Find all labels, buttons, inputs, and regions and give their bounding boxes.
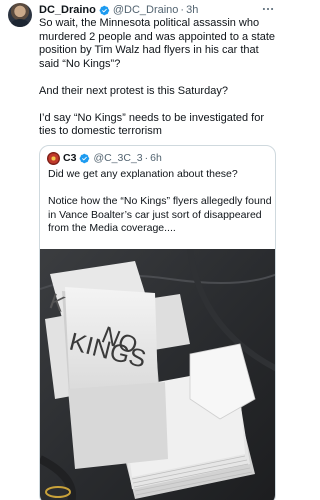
quoted-author-avatar <box>47 152 60 165</box>
quoted-author-handle: @C_3C_3 <box>93 152 143 164</box>
separator-dot: · <box>180 4 185 16</box>
quoted-author-name: C3 <box>63 152 77 164</box>
quoted-paragraph: Did we get any explanation about these? <box>48 168 238 180</box>
quoted-tweet[interactable]: C3 @C_3C_3 · 6h Did we get any explanati… <box>39 145 276 500</box>
tweet-header: DC_Draino @DC_Draino · 3h <box>39 3 198 17</box>
quoted-tweet-header: C3 @C_3C_3 · 6h <box>47 152 162 165</box>
tweet-text: So wait, the Minnesota political assassi… <box>39 17 277 139</box>
separator-dot: · <box>144 152 149 164</box>
more-dots-icon <box>262 7 274 11</box>
tweet-paragraph: So wait, the Minnesota political assassi… <box>39 17 276 70</box>
timestamp[interactable]: 3h <box>186 3 198 17</box>
tweet-paragraph: I’d say “No Kings” needs to be investiga… <box>39 111 265 138</box>
quoted-timestamp: 6h <box>150 152 162 164</box>
verified-badge-icon <box>80 153 90 164</box>
flyers-photo-image: K NO KINGS <box>40 249 275 500</box>
tweet[interactable]: DC_Draino @DC_Draino · 3h So wait, the M… <box>0 0 282 500</box>
author-avatar[interactable] <box>8 3 32 27</box>
author-name[interactable]: DC_Draino <box>39 3 96 17</box>
quoted-photo[interactable]: K NO KINGS <box>40 249 275 500</box>
author-handle[interactable]: @DC_Draino <box>113 3 179 17</box>
ellipsis-icon[interactable] <box>260 2 276 16</box>
quoted-tweet-text: Did we get any explanation about these? … <box>48 168 272 236</box>
tweet-paragraph: And their next protest is this Saturday? <box>39 84 228 97</box>
quoted-paragraph: Notice how the “No Kings” flyers alleged… <box>48 195 272 234</box>
verified-badge-icon <box>99 5 110 15</box>
